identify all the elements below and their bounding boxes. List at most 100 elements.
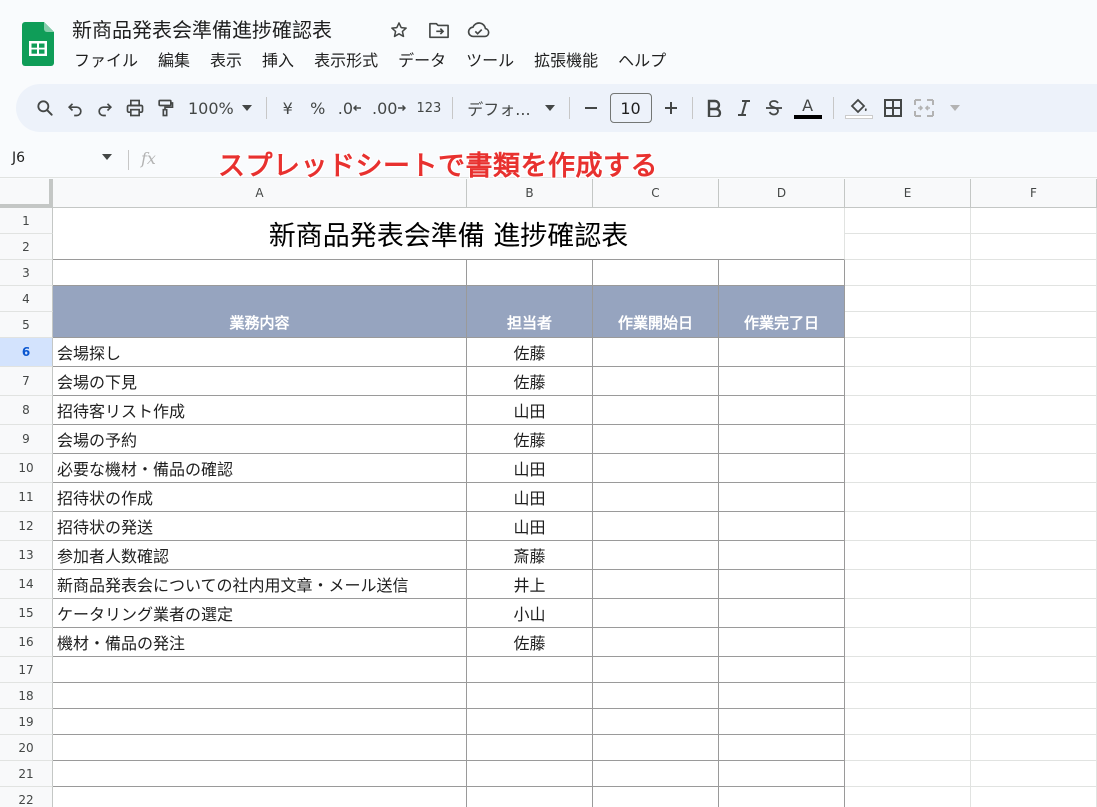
cell-empty[interactable] [719,761,845,787]
cell-empty[interactable] [845,338,971,367]
cell-empty[interactable] [53,657,467,683]
cell-empty[interactable] [593,260,719,286]
owner-cell[interactable]: 佐藤 [467,338,593,367]
cell-empty[interactable] [845,208,971,234]
row-header-17[interactable]: 17 [0,657,53,683]
row-header-12[interactable]: 12 [0,512,53,541]
row-header-13[interactable]: 13 [0,541,53,570]
cell-empty[interactable] [467,735,593,761]
row-header-21[interactable]: 21 [0,761,53,787]
task-cell[interactable]: 参加者人数確認 [53,541,467,570]
row-header-14[interactable]: 14 [0,570,53,599]
cell-empty[interactable] [719,628,845,657]
sheets-logo-icon[interactable] [22,22,54,66]
menu-extensions[interactable]: 拡張機能 [524,48,608,74]
row-header-4[interactable]: 4 [0,286,53,312]
cell-empty[interactable] [845,483,971,512]
cell-empty[interactable] [467,787,593,807]
row-header-20[interactable]: 20 [0,735,53,761]
row-header-5[interactable]: 5 [0,312,53,338]
cell-empty[interactable] [467,761,593,787]
cell-empty[interactable] [467,683,593,709]
row-header-15[interactable]: 15 [0,599,53,628]
cell-empty[interactable] [971,396,1097,425]
cell-empty[interactable] [845,367,971,396]
row-header-19[interactable]: 19 [0,709,53,735]
cell-empty[interactable] [845,683,971,709]
column-header-a[interactable]: A [53,179,467,208]
task-cell[interactable]: 会場の下見 [53,367,467,396]
row-header-18[interactable]: 18 [0,683,53,709]
task-cell[interactable]: 招待状の作成 [53,483,467,512]
print-icon[interactable] [120,92,150,124]
cell-empty[interactable] [593,657,719,683]
font-size-input[interactable]: 10 [609,93,652,123]
owner-cell[interactable]: 山田 [467,454,593,483]
cell-empty[interactable] [845,396,971,425]
cell-empty[interactable] [971,425,1097,454]
menu-edit[interactable]: 編集 [148,48,200,74]
row-header-9[interactable]: 9 [0,425,53,454]
task-cell[interactable]: 招待客リスト作成 [53,396,467,425]
cell-empty[interactable] [845,657,971,683]
cell-empty[interactable] [845,570,971,599]
row-header-6[interactable]: 6 [0,338,53,367]
row-header-1[interactable]: 1 [0,208,53,234]
name-box[interactable]: J6 [12,150,25,166]
strikethrough-icon[interactable] [759,92,789,124]
sheet-title[interactable]: 新商品発表会準備 進捗確認表 [53,208,845,260]
undo-icon[interactable] [60,92,90,124]
task-cell[interactable]: 会場の予約 [53,425,467,454]
cell-empty[interactable] [971,709,1097,735]
cell-empty[interactable] [593,570,719,599]
text-color-button[interactable]: A [789,92,827,124]
cell-empty[interactable] [719,735,845,761]
cell-empty[interactable] [971,483,1097,512]
column-header-c[interactable]: C [593,179,719,208]
cell-empty[interactable] [845,312,971,338]
owner-cell[interactable]: 小山 [467,599,593,628]
cell-empty[interactable] [845,787,971,807]
column-header-b[interactable]: B [467,179,593,208]
more-formats-button[interactable]: 123 [411,92,446,124]
task-cell[interactable]: 新商品発表会についての社内用文章・メール送信 [53,570,467,599]
cell-empty[interactable] [845,709,971,735]
cell-empty[interactable] [971,657,1097,683]
cell-empty[interactable] [845,599,971,628]
cell-empty[interactable] [971,570,1097,599]
owner-cell[interactable]: 山田 [467,512,593,541]
cell-empty[interactable] [971,367,1097,396]
cell-empty[interactable] [467,657,593,683]
row-header-11[interactable]: 11 [0,483,53,512]
task-cell[interactable]: 招待状の発送 [53,512,467,541]
task-cell[interactable]: 会場探し [53,338,467,367]
menu-insert[interactable]: 挿入 [252,48,304,74]
select-all-corner[interactable] [0,179,53,208]
cell-empty[interactable] [593,396,719,425]
cell-empty[interactable] [971,761,1097,787]
menu-format[interactable]: 表示形式 [304,48,388,74]
cell-empty[interactable] [719,367,845,396]
cell-empty[interactable] [593,367,719,396]
cell-empty[interactable] [719,683,845,709]
task-cell[interactable]: 必要な機材・備品の確認 [53,454,467,483]
cell-empty[interactable] [719,787,845,807]
task-cell[interactable]: 機材・備品の発注 [53,628,467,657]
cell-empty[interactable] [53,683,467,709]
cell-empty[interactable] [719,570,845,599]
menu-tools[interactable]: ツール [456,48,524,74]
search-menus-icon[interactable] [30,92,60,124]
row-header-22[interactable]: 22 [0,787,53,807]
cell-empty[interactable] [719,396,845,425]
column-header-d[interactable]: D [719,179,845,208]
cell-empty[interactable] [719,260,845,286]
cell-empty[interactable] [845,234,971,260]
cell-empty[interactable] [593,735,719,761]
task-cell[interactable]: ケータリング業者の選定 [53,599,467,628]
spreadsheet-grid[interactable]: A B C D E F 1 2 3 4 5 6 7 8 9 10 11 12 13 14 15 16 17 18 19 20 21 2… [0,179,1097,807]
bold-icon[interactable] [699,92,729,124]
italic-icon[interactable] [729,92,759,124]
owner-cell[interactable]: 山田 [467,396,593,425]
decrease-font-size-icon[interactable] [576,92,606,124]
cell-empty[interactable] [845,541,971,570]
